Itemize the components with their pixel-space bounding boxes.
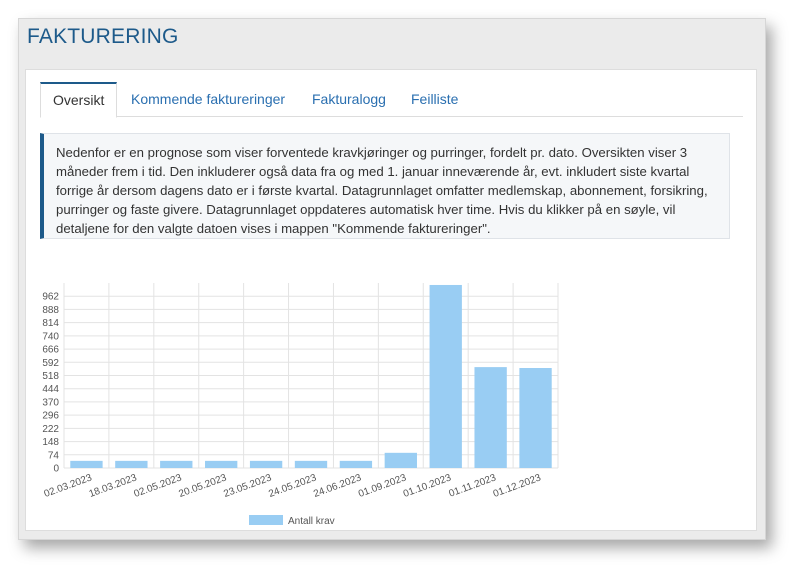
- y-tick-label: 666: [42, 345, 59, 356]
- x-tick-label: 24.05.2023: [267, 472, 318, 500]
- info-box: Nedenfor er en prognose som viser forven…: [40, 133, 730, 239]
- legend-label: Antall krav: [288, 516, 335, 525]
- bar-chart: 0 74 148 222 296 370 444 518 592 666 740 814 888 962 0…: [42, 283, 559, 525]
- bar[interactable]: [205, 460, 238, 468]
- bar[interactable]: [294, 460, 328, 468]
- y-tick-label: 444: [42, 384, 59, 395]
- y-tick-label: 740: [42, 331, 59, 342]
- bar[interactable]: [115, 460, 148, 468]
- y-tick-label: 814: [42, 318, 59, 329]
- x-tick-label: 20.05.2023: [177, 472, 228, 500]
- y-tick-label: 518: [42, 371, 59, 382]
- x-tick-label: 01.11.2023: [448, 472, 499, 499]
- bar[interactable]: [519, 368, 552, 468]
- tab-oversikt[interactable]: Oversikt: [40, 82, 118, 118]
- tab-feilliste[interactable]: Feilliste: [411, 82, 458, 116]
- x-tick-label: 23.05.2023: [222, 472, 273, 500]
- y-tick-label: 592: [42, 358, 59, 369]
- tab-bar: Oversikt Kommende faktureringer Faktural…: [40, 82, 743, 118]
- y-tick-label: 74: [48, 450, 60, 461]
- y-tick-label: 148: [42, 437, 59, 448]
- x-tick-label: 02.05.2023: [132, 472, 183, 500]
- y-tick-label: 370: [42, 397, 59, 408]
- y-tick-label: 222: [42, 424, 59, 435]
- tab-fakturalogg[interactable]: Fakturalogg: [312, 82, 386, 116]
- x-tick-label: 01.12.2023: [492, 472, 543, 500]
- bar[interactable]: [339, 460, 373, 468]
- x-tick-label: 02.03.2023: [43, 472, 94, 500]
- x-tick-label: 01.09.2023: [357, 472, 408, 500]
- bar[interactable]: [160, 460, 193, 468]
- bar[interactable]: [474, 367, 507, 468]
- y-tick-label: 962: [42, 292, 59, 303]
- y-tick-label: 296: [42, 411, 59, 422]
- x-tick-label: 18.03.2023: [88, 472, 139, 500]
- bar[interactable]: [70, 460, 103, 468]
- info-text: Nedenfor er en prognose som viser forven…: [56, 145, 708, 236]
- bar[interactable]: [249, 460, 283, 468]
- bar[interactable]: [384, 452, 417, 468]
- legend-swatch: [249, 515, 283, 525]
- x-tick-label: 24.06.2023: [312, 472, 363, 500]
- billing-window: FAKTURERING Oversikt Kommende fakturerin…: [18, 18, 766, 540]
- tab-kommende-faktureringer[interactable]: Kommende faktureringer: [131, 82, 285, 116]
- y-tick-label: 0: [53, 464, 59, 475]
- x-tick-label: 01.10.2023: [402, 472, 453, 500]
- y-tick-label: 888: [42, 305, 59, 316]
- page-title: FAKTURERING: [27, 25, 179, 48]
- main-panel: Oversikt Kommende faktureringer Faktural…: [25, 69, 757, 531]
- bar[interactable]: [429, 284, 462, 468]
